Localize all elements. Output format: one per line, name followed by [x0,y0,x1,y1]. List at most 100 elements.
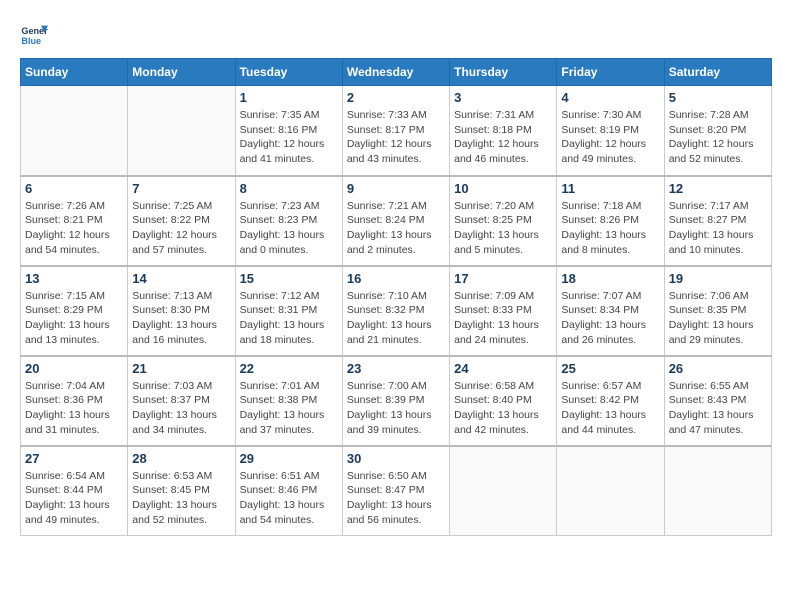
svg-text:Blue: Blue [21,36,41,46]
day-number: 6 [25,181,123,196]
cell-info: Sunrise: 7:00 AM Sunset: 8:39 PM Dayligh… [347,379,445,438]
col-header-monday: Monday [128,59,235,86]
cell-info: Sunrise: 6:51 AM Sunset: 8:46 PM Dayligh… [240,469,338,528]
cell-w3-d2: 22 Sunrise: 7:01 AM Sunset: 8:38 PM Dayli… [235,356,342,446]
day-number: 14 [132,271,230,286]
cell-w3-d1: 21 Sunrise: 7:03 AM Sunset: 8:37 PM Dayli… [128,356,235,446]
cell-info: Sunrise: 6:58 AM Sunset: 8:40 PM Dayligh… [454,379,552,438]
cell-info: Sunrise: 7:12 AM Sunset: 8:31 PM Dayligh… [240,289,338,348]
day-number: 5 [669,90,767,105]
day-number: 9 [347,181,445,196]
col-header-tuesday: Tuesday [235,59,342,86]
day-number: 15 [240,271,338,286]
day-number: 23 [347,361,445,376]
cell-info: Sunrise: 6:55 AM Sunset: 8:43 PM Dayligh… [669,379,767,438]
cell-w4-d5 [557,446,664,536]
cell-w1-d2: 8 Sunrise: 7:23 AM Sunset: 8:23 PM Daylig… [235,176,342,266]
col-header-saturday: Saturday [664,59,771,86]
day-number: 10 [454,181,552,196]
cell-info: Sunrise: 7:17 AM Sunset: 8:27 PM Dayligh… [669,199,767,258]
cell-w4-d6 [664,446,771,536]
cell-info: Sunrise: 7:31 AM Sunset: 8:18 PM Dayligh… [454,108,552,167]
cell-w1-d1: 7 Sunrise: 7:25 AM Sunset: 8:22 PM Daylig… [128,176,235,266]
day-number: 24 [454,361,552,376]
day-number: 30 [347,451,445,466]
cell-info: Sunrise: 7:21 AM Sunset: 8:24 PM Dayligh… [347,199,445,258]
col-header-thursday: Thursday [450,59,557,86]
cell-w3-d3: 23 Sunrise: 7:00 AM Sunset: 8:39 PM Dayli… [342,356,449,446]
cell-w0-d3: 2Sunrise: 7:33 AM Sunset: 8:17 PM Daylig… [342,86,449,176]
cell-w4-d2: 29 Sunrise: 6:51 AM Sunset: 8:46 PM Dayli… [235,446,342,536]
day-number: 27 [25,451,123,466]
cell-w2-d3: 16 Sunrise: 7:10 AM Sunset: 8:32 PM Dayli… [342,266,449,356]
cell-w4-d0: 27 Sunrise: 6:54 AM Sunset: 8:44 PM Dayli… [21,446,128,536]
cell-w2-d4: 17 Sunrise: 7:09 AM Sunset: 8:33 PM Dayli… [450,266,557,356]
cell-w2-d5: 18Sunrise: 7:07 AM Sunset: 8:34 PM Dayli… [557,266,664,356]
cell-info: Sunrise: 7:18 AM Sunset: 8:26 PM Dayligh… [561,199,659,258]
cell-w0-d6: 5 Sunrise: 7:28 AM Sunset: 8:20 PM Daylig… [664,86,771,176]
cell-w0-d4: 3 Sunrise: 7:31 AM Sunset: 8:18 PM Daylig… [450,86,557,176]
page-header: General Blue [20,20,772,48]
cell-info: Sunrise: 7:28 AM Sunset: 8:20 PM Dayligh… [669,108,767,167]
cell-info: Sunrise: 7:35 AM Sunset: 8:16 PM Dayligh… [240,108,338,167]
cell-w3-d5: 25 Sunrise: 6:57 AM Sunset: 8:42 PM Dayli… [557,356,664,446]
cell-info: Sunrise: 6:50 AM Sunset: 8:47 PM Dayligh… [347,469,445,528]
cell-info: Sunrise: 7:04 AM Sunset: 8:36 PM Dayligh… [25,379,123,438]
cell-w2-d0: 13 Sunrise: 7:15 AM Sunset: 8:29 PM Dayli… [21,266,128,356]
day-number: 25 [561,361,659,376]
cell-info: Sunrise: 6:53 AM Sunset: 8:45 PM Dayligh… [132,469,230,528]
day-number: 19 [669,271,767,286]
day-number: 4 [561,90,659,105]
cell-info: Sunrise: 7:33 AM Sunset: 8:17 PM Dayligh… [347,108,445,167]
cell-info: Sunrise: 7:26 AM Sunset: 8:21 PM Dayligh… [25,199,123,258]
cell-info: Sunrise: 7:30 AM Sunset: 8:19 PM Dayligh… [561,108,659,167]
day-number: 26 [669,361,767,376]
day-number: 20 [25,361,123,376]
cell-info: Sunrise: 7:20 AM Sunset: 8:25 PM Dayligh… [454,199,552,258]
cell-info: Sunrise: 7:03 AM Sunset: 8:37 PM Dayligh… [132,379,230,438]
cell-info: Sunrise: 7:10 AM Sunset: 8:32 PM Dayligh… [347,289,445,348]
day-number: 7 [132,181,230,196]
cell-info: Sunrise: 7:01 AM Sunset: 8:38 PM Dayligh… [240,379,338,438]
cell-info: Sunrise: 6:54 AM Sunset: 8:44 PM Dayligh… [25,469,123,528]
cell-info: Sunrise: 7:23 AM Sunset: 8:23 PM Dayligh… [240,199,338,258]
day-number: 22 [240,361,338,376]
cell-w3-d6: 26 Sunrise: 6:55 AM Sunset: 8:43 PM Dayli… [664,356,771,446]
cell-w3-d4: 24 Sunrise: 6:58 AM Sunset: 8:40 PM Dayli… [450,356,557,446]
cell-info: Sunrise: 7:13 AM Sunset: 8:30 PM Dayligh… [132,289,230,348]
day-number: 18 [561,271,659,286]
day-number: 1 [240,90,338,105]
cell-w0-d5: 4 Sunrise: 7:30 AM Sunset: 8:19 PM Daylig… [557,86,664,176]
cell-info: Sunrise: 7:15 AM Sunset: 8:29 PM Dayligh… [25,289,123,348]
logo-icon: General Blue [20,20,48,48]
col-header-wednesday: Wednesday [342,59,449,86]
day-number: 13 [25,271,123,286]
cell-w1-d5: 11Sunrise: 7:18 AM Sunset: 8:26 PM Dayli… [557,176,664,266]
calendar-table: SundayMondayTuesdayWednesdayThursdayFrid… [20,58,772,536]
day-number: 16 [347,271,445,286]
cell-w3-d0: 20 Sunrise: 7:04 AM Sunset: 8:36 PM Dayli… [21,356,128,446]
cell-w0-d2: 1 Sunrise: 7:35 AM Sunset: 8:16 PM Daylig… [235,86,342,176]
cell-info: Sunrise: 7:06 AM Sunset: 8:35 PM Dayligh… [669,289,767,348]
cell-w4-d3: 30 Sunrise: 6:50 AM Sunset: 8:47 PM Dayli… [342,446,449,536]
cell-w1-d3: 9 Sunrise: 7:21 AM Sunset: 8:24 PM Daylig… [342,176,449,266]
day-number: 17 [454,271,552,286]
cell-w1-d4: 10 Sunrise: 7:20 AM Sunset: 8:25 PM Dayli… [450,176,557,266]
day-number: 8 [240,181,338,196]
cell-w4-d4 [450,446,557,536]
day-number: 21 [132,361,230,376]
cell-w0-d1 [128,86,235,176]
day-number: 28 [132,451,230,466]
cell-w2-d2: 15 Sunrise: 7:12 AM Sunset: 8:31 PM Dayli… [235,266,342,356]
cell-info: Sunrise: 7:25 AM Sunset: 8:22 PM Dayligh… [132,199,230,258]
cell-info: Sunrise: 6:57 AM Sunset: 8:42 PM Dayligh… [561,379,659,438]
cell-w2-d6: 19 Sunrise: 7:06 AM Sunset: 8:35 PM Dayli… [664,266,771,356]
cell-w4-d1: 28 Sunrise: 6:53 AM Sunset: 8:45 PM Dayli… [128,446,235,536]
cell-info: Sunrise: 7:09 AM Sunset: 8:33 PM Dayligh… [454,289,552,348]
logo: General Blue [20,20,48,48]
cell-w2-d1: 14 Sunrise: 7:13 AM Sunset: 8:30 PM Dayli… [128,266,235,356]
col-header-friday: Friday [557,59,664,86]
day-number: 3 [454,90,552,105]
day-number: 29 [240,451,338,466]
cell-w1-d6: 12Sunrise: 7:17 AM Sunset: 8:27 PM Dayli… [664,176,771,266]
